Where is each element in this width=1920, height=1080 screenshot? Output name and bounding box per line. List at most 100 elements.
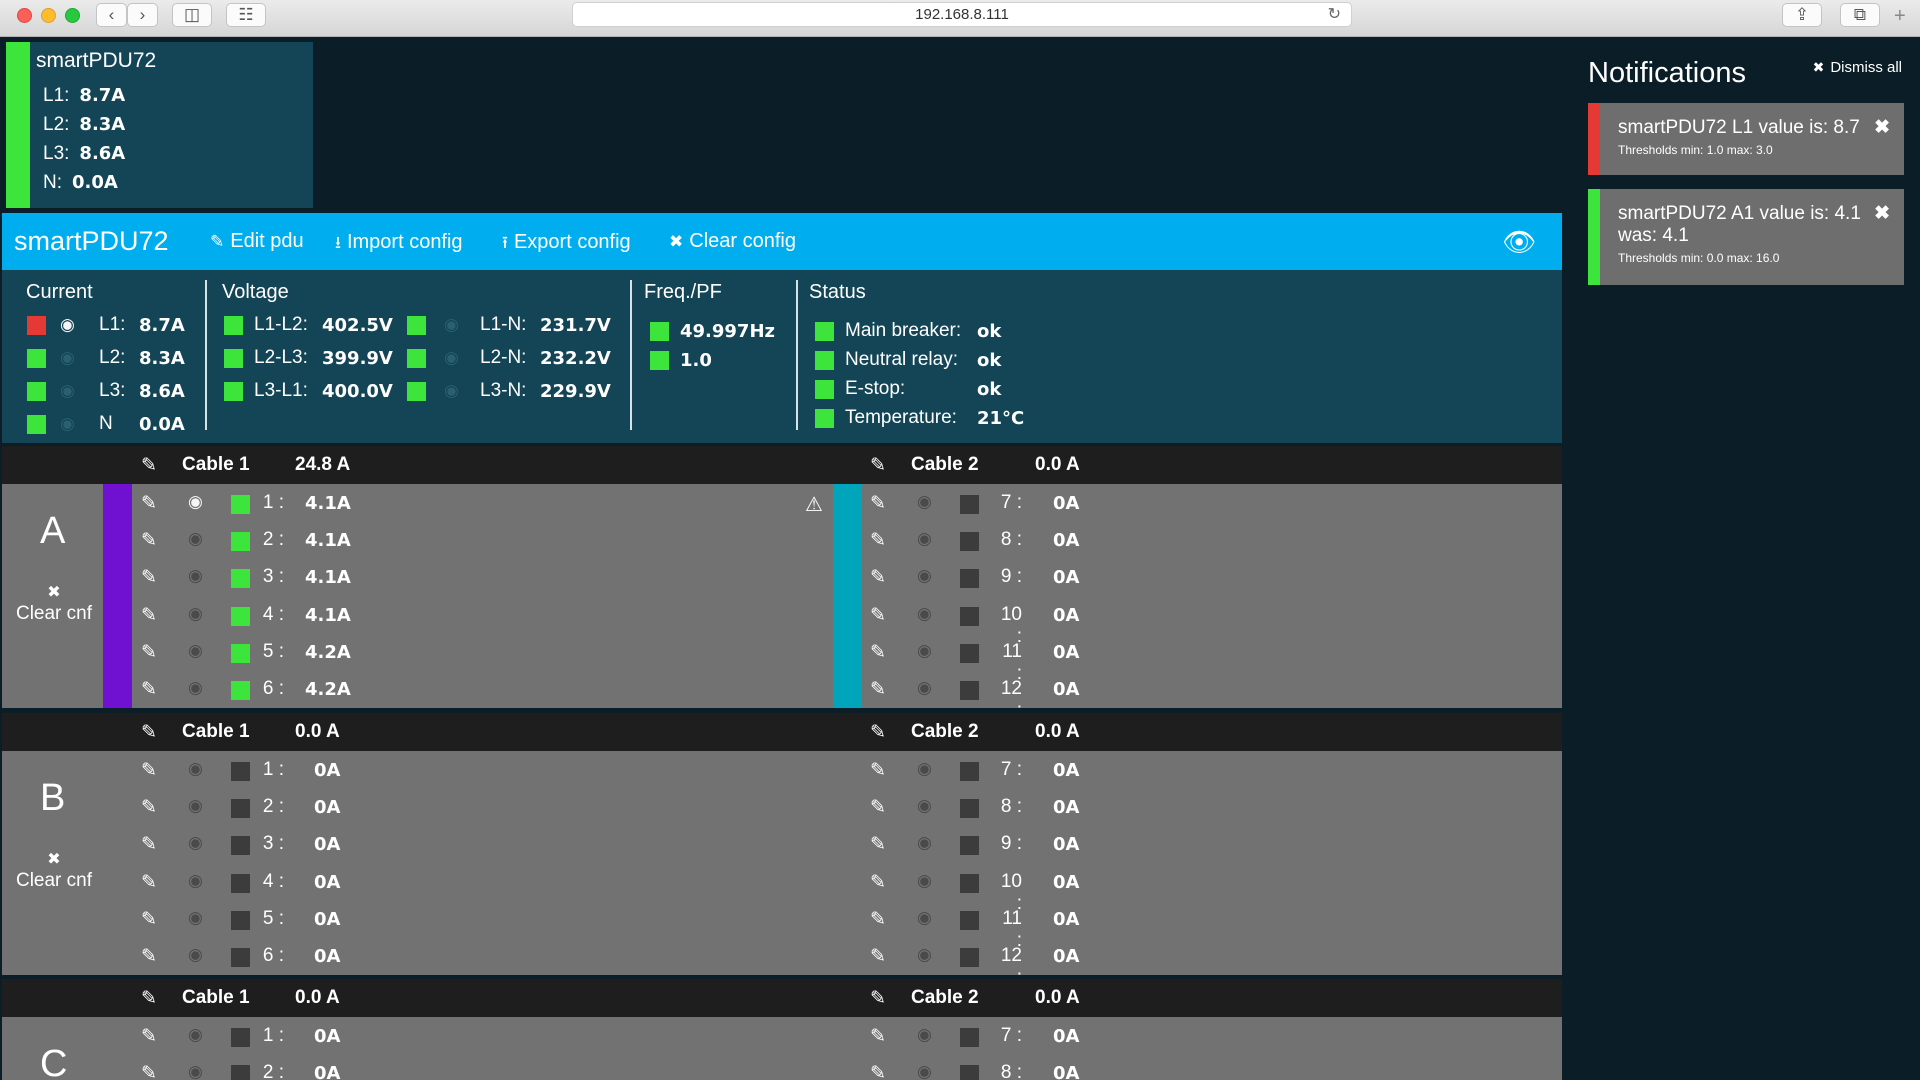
export-config-button[interactable]: ⭱ Export config <box>502 230 631 259</box>
edit-pdu-button[interactable]: ✎ Edit pdu <box>210 230 304 253</box>
sidebar-toggle-button[interactable]: ◫ <box>172 3 212 27</box>
eye-icon[interactable]: ◉ <box>917 908 932 928</box>
pencil-icon[interactable]: ✎ <box>141 604 157 627</box>
pencil-icon[interactable]: ✎ <box>141 566 157 589</box>
eye-icon[interactable]: ◉ <box>188 796 203 816</box>
pencil-icon[interactable]: ✎ <box>870 604 886 627</box>
zoom-window-button[interactable] <box>65 8 80 23</box>
eye-icon[interactable]: ◉ <box>917 796 932 816</box>
eye-icon[interactable]: ◉ <box>444 348 459 368</box>
pencil-icon[interactable]: ✎ <box>141 1025 157 1048</box>
clear-config-button[interactable]: ✖ Clear config <box>669 230 796 253</box>
eye-icon[interactable]: ◉ <box>60 315 75 335</box>
eye-icon[interactable]: ◉ <box>917 1025 932 1045</box>
pencil-icon[interactable]: ✎ <box>141 759 157 782</box>
eye-icon[interactable]: ◉ <box>444 315 459 335</box>
close-window-button[interactable] <box>17 8 32 23</box>
clear-config-button[interactable]: ✖ Clear cnf <box>4 848 104 892</box>
eye-icon[interactable]: ◉ <box>188 1025 203 1045</box>
eye-icon[interactable]: ◉ <box>917 492 932 512</box>
eye-icon[interactable]: ◉ <box>188 566 203 586</box>
pencil-icon[interactable]: ✎ <box>141 987 157 1010</box>
eye-icon[interactable]: ◉ <box>917 871 932 891</box>
eye-icon[interactable]: ◉ <box>188 678 203 698</box>
pencil-icon[interactable]: ✎ <box>870 1025 886 1048</box>
pencil-icon[interactable]: ✎ <box>870 871 886 894</box>
clear-config-button[interactable]: ✖ Clear cnf <box>4 581 104 625</box>
pencil-icon[interactable]: ✎ <box>870 1062 886 1080</box>
pencil-icon[interactable]: ✎ <box>870 641 886 664</box>
eye-icon[interactable]: ◉ <box>917 833 932 853</box>
pencil-icon[interactable]: ✎ <box>141 721 157 744</box>
notification-card[interactable]: smartPDU72 L1 value is: 8.7 Thresholds m… <box>1588 103 1904 175</box>
pencil-icon[interactable]: ✎ <box>141 945 157 968</box>
minimize-window-button[interactable] <box>41 8 56 23</box>
eye-icon[interactable]: ◉ <box>917 759 932 779</box>
tabs-overview-button[interactable]: ⧉ <box>1840 3 1880 27</box>
pencil-icon[interactable]: ✎ <box>141 678 157 701</box>
pencil-icon[interactable]: ✎ <box>870 759 886 782</box>
eye-icon[interactable]: ◉ <box>188 759 203 779</box>
pencil-icon[interactable]: ✎ <box>870 678 886 701</box>
outlet-current: 0A <box>314 946 341 967</box>
eye-icon[interactable]: ◉ <box>188 492 203 512</box>
eye-icon[interactable]: ◉ <box>917 678 932 698</box>
pencil-icon[interactable]: ✎ <box>141 871 157 894</box>
share-button[interactable]: ⇪ <box>1782 3 1822 27</box>
pencil-icon[interactable]: ✎ <box>141 1062 157 1080</box>
top-sites-button[interactable]: ☷ <box>226 3 266 27</box>
pencil-icon[interactable]: ✎ <box>141 833 157 856</box>
pencil-icon[interactable]: ✎ <box>141 908 157 931</box>
warning-icon[interactable]: ⚠ <box>805 492 823 517</box>
pencil-icon[interactable]: ✎ <box>141 796 157 819</box>
dismiss-notification-button[interactable]: ✖ <box>1874 116 1890 139</box>
pencil-icon[interactable]: ✎ <box>141 492 157 515</box>
dismiss-all-button[interactable]: ✖ Dismiss all <box>1813 59 1902 76</box>
eye-icon[interactable]: ◉ <box>60 348 75 368</box>
eye-icon[interactable]: ◉ <box>188 945 203 965</box>
eye-icon[interactable]: 👁 <box>1502 226 1536 258</box>
eye-icon[interactable]: ◉ <box>188 604 203 624</box>
pencil-icon[interactable]: ✎ <box>870 492 886 515</box>
pencil-icon[interactable]: ✎ <box>141 641 157 664</box>
eye-icon[interactable]: ◉ <box>188 908 203 928</box>
pencil-icon[interactable]: ✎ <box>870 796 886 819</box>
eye-icon[interactable]: ◉ <box>188 871 203 891</box>
pencil-icon[interactable]: ✎ <box>870 833 886 856</box>
eye-icon[interactable]: ◉ <box>917 566 932 586</box>
new-tab-button[interactable]: + <box>1894 5 1906 28</box>
eye-icon[interactable]: ◉ <box>917 529 932 549</box>
pencil-icon[interactable]: ✎ <box>870 529 886 552</box>
back-button[interactable]: ‹ <box>96 3 127 27</box>
eye-icon[interactable]: ◉ <box>917 945 932 965</box>
eye-icon[interactable]: ◉ <box>188 641 203 661</box>
reload-icon[interactable]: ↻ <box>1328 3 1341 27</box>
eye-icon[interactable]: ◉ <box>188 529 203 549</box>
pdu-summary-card[interactable]: smartPDU72 L1: 8.7A L2: 8.3A L3: 8.6A N: 0.0… <box>6 42 313 208</box>
forward-button[interactable]: › <box>127 3 158 27</box>
pencil-icon[interactable]: ✎ <box>141 529 157 552</box>
address-bar[interactable]: 192.168.8.111 ↻ <box>572 2 1352 27</box>
eye-icon[interactable]: ◉ <box>444 381 459 401</box>
eye-icon[interactable]: ◉ <box>917 604 932 624</box>
status-indicator <box>27 316 46 335</box>
pencil-icon[interactable]: ✎ <box>870 908 886 931</box>
dismiss-notification-button[interactable]: ✖ <box>1874 202 1890 225</box>
notification-card[interactable]: smartPDU72 A1 value is: 4.1 was: 4.1 Thr… <box>1588 189 1904 285</box>
eye-icon[interactable]: ◉ <box>188 833 203 853</box>
eye-icon[interactable]: ◉ <box>917 641 932 661</box>
eye-icon[interactable]: ◉ <box>60 381 75 401</box>
pencil-icon[interactable]: ✎ <box>870 721 886 744</box>
pencil-icon[interactable]: ✎ <box>870 945 886 968</box>
pencil-icon[interactable]: ✎ <box>870 454 886 477</box>
pencil-icon[interactable]: ✎ <box>870 566 886 589</box>
pencil-icon[interactable]: ✎ <box>870 987 886 1010</box>
pencil-icon[interactable]: ✎ <box>141 454 157 477</box>
outlet-status <box>231 836 250 855</box>
eye-icon[interactable]: ◉ <box>188 1062 203 1080</box>
eye-icon[interactable]: ◉ <box>917 1062 932 1080</box>
notification-thresholds: Thresholds min: 1.0 max: 3.0 <box>1618 143 1773 157</box>
eye-icon[interactable]: ◉ <box>60 414 75 434</box>
import-config-button[interactable]: ⭳ Import config <box>335 230 463 259</box>
summary-row: L3: 8.6A <box>43 143 126 164</box>
